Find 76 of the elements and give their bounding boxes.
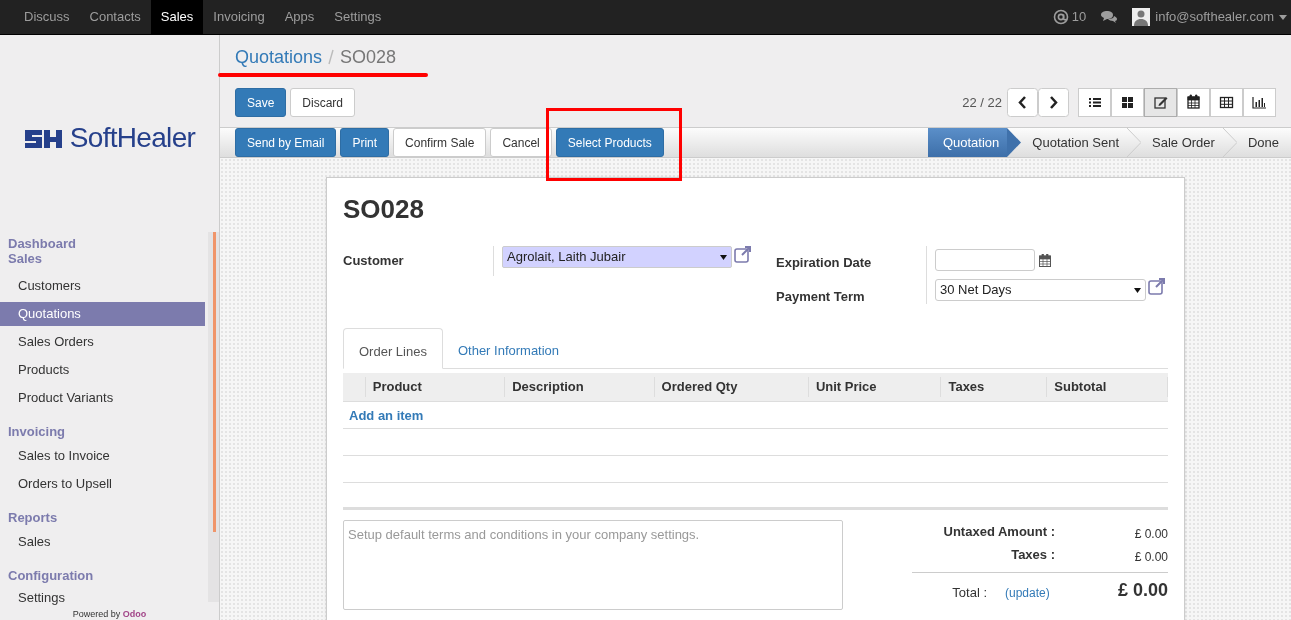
column-header[interactable]: Ordered Qty: [661, 377, 738, 397]
chevron-right-icon[interactable]: [1038, 88, 1069, 117]
powered-by-text: Powered by Odoo: [71, 608, 148, 620]
form-tab[interactable]: Other Information: [442, 328, 575, 368]
table-icon[interactable]: [1210, 88, 1243, 117]
date-field[interactable]: [935, 249, 1035, 271]
calendar-icon[interactable]: [1039, 253, 1051, 267]
action-button[interactable]: Confirm Sale: [393, 128, 487, 157]
record-title: SO028: [343, 194, 425, 224]
pager-counter: 22 / 22: [962, 93, 1002, 112]
column-header[interactable]: Taxes: [948, 377, 985, 397]
mention-count[interactable]: 10: [1071, 7, 1087, 27]
field-label: Customer: [343, 252, 405, 270]
scrollbar-thumb[interactable]: [213, 232, 216, 532]
update-link[interactable]: (update): [1005, 579, 1050, 602]
save-button[interactable]: Save: [235, 88, 287, 117]
total-label: Taxes :: [1010, 545, 1055, 564]
notes-field[interactable]: Setup default terms and conditions in your company settings.: [343, 520, 843, 610]
list-icon[interactable]: [1078, 88, 1111, 117]
app-menu-item[interactable]: Apps: [274, 0, 325, 34]
column-header[interactable]: Unit Price: [815, 377, 877, 397]
external-link-icon[interactable]: [1148, 277, 1166, 295]
payment-term-select[interactable]: 30 Net Days: [935, 279, 1146, 301]
brand-name: SoftHealer: [69, 123, 196, 152]
avatar-icon: [1132, 8, 1151, 26]
customer-select[interactable]: Agrolait, Laith Jubair: [502, 246, 732, 268]
caret-icon: [720, 254, 727, 260]
external-link-icon[interactable]: [734, 245, 752, 263]
column-header[interactable]: Description: [512, 377, 584, 397]
action-button[interactable]: Select Products: [555, 128, 664, 157]
menu-item[interactable]: Product Variants: [0, 386, 205, 410]
menu-item[interactable]: Sales to Invoice: [0, 444, 205, 468]
grand-total: £ 0.00: [1117, 579, 1168, 602]
menu-item[interactable]: Settings: [0, 588, 205, 608]
user-email[interactable]: info@softhealer.com: [1155, 7, 1274, 27]
column-header[interactable]: Subtotal: [1054, 377, 1107, 397]
form-tab[interactable]: Order Lines: [343, 328, 443, 369]
stage-step[interactable]: Quotation Sent: [1021, 128, 1128, 157]
discard-button[interactable]: Discard: [290, 88, 356, 117]
grid-icon[interactable]: [1111, 88, 1144, 117]
total-value: £ 0.00: [1133, 548, 1168, 566]
column-header[interactable]: Product: [372, 377, 422, 397]
menu-item[interactable]: Products: [0, 358, 205, 382]
total-value: £ 0.00: [1133, 525, 1168, 543]
action-button[interactable]: Send by Email: [235, 128, 337, 157]
edit-icon[interactable]: [1144, 88, 1177, 117]
menu-item[interactable]: Sales: [0, 530, 205, 554]
app-menu-item[interactable]: Contacts: [79, 0, 151, 34]
action-button[interactable]: Print: [340, 128, 390, 157]
chat-icon[interactable]: [1100, 10, 1119, 24]
total-label: Total :: [951, 583, 987, 602]
breadcrumb-link[interactable]: Quotations: [235, 43, 323, 71]
stage-arrow-icon: [1007, 128, 1022, 157]
app-menu-item[interactable]: Settings: [324, 0, 392, 34]
stage-step[interactable]: Quotation: [927, 128, 1008, 157]
menu-item[interactable]: Quotations: [0, 302, 205, 326]
app-menu-item[interactable]: Sales: [150, 0, 204, 34]
stage-step[interactable]: Sale Order: [1141, 128, 1223, 157]
slash-icon: [328, 49, 335, 65]
stage-step[interactable]: Done: [1236, 128, 1291, 157]
menu-item[interactable]: Orders to Upsell: [0, 472, 205, 496]
field-label: Payment Term: [776, 287, 866, 306]
caret-icon: [1134, 287, 1141, 293]
app-menu-item[interactable]: Invoicing: [203, 0, 275, 34]
at-sign-icon[interactable]: [1052, 9, 1069, 25]
action-button[interactable]: Cancel: [490, 128, 552, 157]
breadcrumb-current: SO028: [340, 45, 397, 69]
menu-item[interactable]: Customers: [0, 274, 205, 298]
total-label: Untaxed Amount :: [942, 522, 1055, 541]
chevron-left-icon[interactable]: [1007, 88, 1038, 117]
caret-icon: [1279, 14, 1287, 20]
bar-chart-icon[interactable]: [1243, 88, 1276, 117]
menu-item[interactable]: Sales Orders: [0, 330, 205, 354]
field-label: Expiration Date: [776, 254, 873, 272]
add-item-link[interactable]: Add an item: [349, 408, 424, 423]
app-menu-item[interactable]: Discuss: [14, 0, 80, 34]
